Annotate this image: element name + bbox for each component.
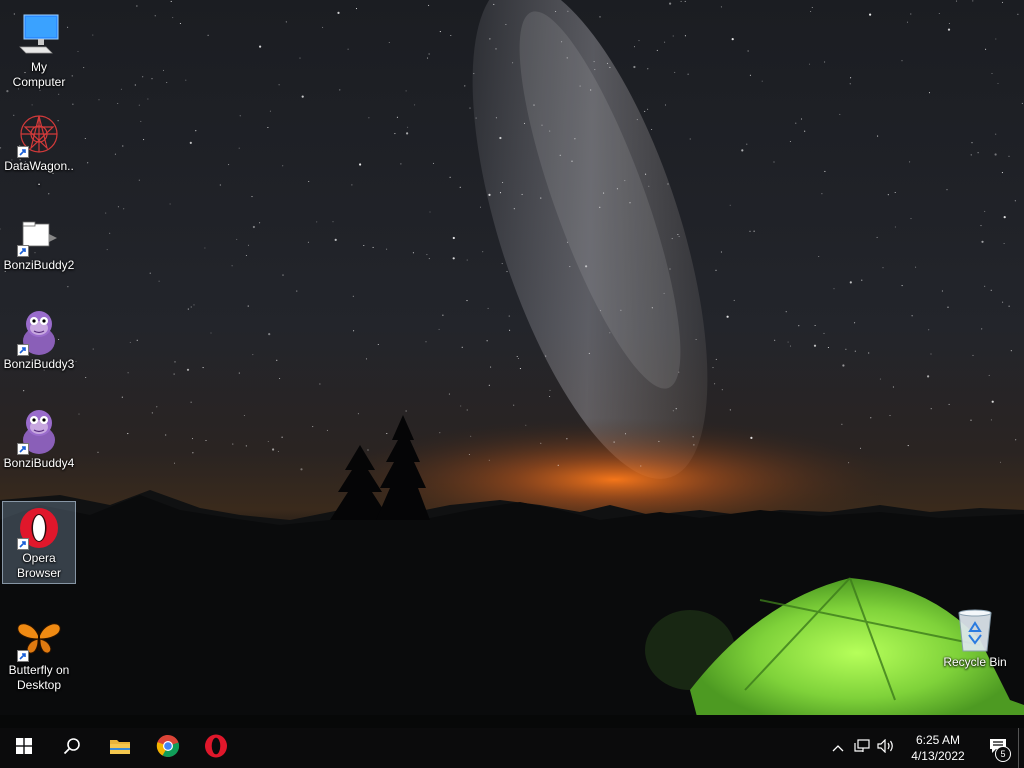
bonzibuddy-gorilla-icon bbox=[15, 407, 63, 455]
opera-icon bbox=[204, 734, 228, 763]
datawagon-icon bbox=[15, 110, 63, 158]
shortcut-arrow-icon bbox=[17, 443, 29, 455]
show-hidden-icons-button[interactable] bbox=[826, 728, 850, 768]
desktop-icon-bonzibuddy2[interactable]: BonziBuddy2 bbox=[2, 204, 76, 277]
clock-time: 6:25 AM bbox=[915, 733, 961, 747]
desktop-icon-label: BonziBuddy2 bbox=[3, 258, 75, 272]
butterfly-icon bbox=[15, 614, 63, 662]
search-button[interactable] bbox=[48, 728, 96, 768]
show-desktop-button[interactable] bbox=[1018, 728, 1024, 768]
desktop-icon-butterfly[interactable]: Butterfly on Desktop bbox=[2, 609, 76, 697]
shortcut-arrow-icon bbox=[17, 245, 29, 257]
action-center-button[interactable]: 5 bbox=[978, 728, 1018, 768]
desktop-icon-label: Butterfly on Desktop bbox=[8, 663, 70, 692]
bonzibuddy2-icon bbox=[15, 209, 63, 257]
desktop-wallpaper bbox=[0, 0, 1024, 728]
desktop-icon-datawagon[interactable]: DataWagon... bbox=[2, 105, 76, 193]
desktop-icon-label: My Computer bbox=[12, 60, 66, 89]
volume-button[interactable] bbox=[874, 728, 898, 768]
desktop-icon-my-computer[interactable]: My Computer bbox=[2, 6, 76, 94]
speaker-icon bbox=[877, 738, 895, 758]
clock-date: 4/13/2022 bbox=[911, 749, 965, 763]
bonzibuddy-gorilla-icon bbox=[15, 308, 63, 356]
notification-count-badge: 5 bbox=[995, 746, 1011, 762]
desktop-icon-recycle-bin[interactable]: Recycle Bin bbox=[938, 601, 1012, 674]
shortcut-arrow-icon bbox=[17, 344, 29, 356]
start-button[interactable] bbox=[0, 728, 48, 768]
network-icon bbox=[854, 738, 870, 758]
shortcut-arrow-icon bbox=[17, 650, 29, 662]
desktop-icon-label: Opera Browser bbox=[16, 551, 61, 580]
taskbar-opera[interactable] bbox=[192, 728, 240, 768]
taskbar-file-explorer[interactable] bbox=[96, 728, 144, 768]
opera-icon bbox=[15, 506, 63, 550]
desktop-icon-label: BonziBuddy4 bbox=[3, 456, 75, 470]
chrome-icon bbox=[156, 734, 180, 763]
computer-icon bbox=[15, 11, 63, 59]
network-button[interactable] bbox=[850, 728, 874, 768]
search-icon bbox=[63, 737, 81, 760]
clock[interactable]: 6:25 AM 4/13/2022 bbox=[898, 732, 978, 764]
taskbar: 6:25 AM 4/13/2022 5 bbox=[0, 728, 1024, 768]
shortcut-arrow-icon bbox=[17, 538, 29, 550]
file-explorer-icon bbox=[109, 737, 131, 760]
desktop-icon-label: BonziBuddy3 bbox=[3, 357, 75, 371]
chevron-up-icon bbox=[832, 739, 844, 757]
desktop-icon-bonzibuddy4[interactable]: BonziBuddy4 bbox=[2, 402, 76, 475]
desktop-icon-opera-browser[interactable]: Opera Browser bbox=[2, 501, 76, 584]
desktop-icon-label: Recycle Bin bbox=[943, 655, 1007, 669]
taskbar-chrome[interactable] bbox=[144, 728, 192, 768]
desktop-icon-label: DataWagon... bbox=[4, 159, 74, 188]
recycle-bin-icon bbox=[951, 606, 999, 654]
system-tray: 6:25 AM 4/13/2022 5 bbox=[826, 728, 1024, 768]
windows-start-icon bbox=[16, 737, 32, 759]
desktop-icon-bonzibuddy3[interactable]: BonziBuddy3 bbox=[2, 303, 76, 376]
shortcut-arrow-icon bbox=[17, 146, 29, 158]
